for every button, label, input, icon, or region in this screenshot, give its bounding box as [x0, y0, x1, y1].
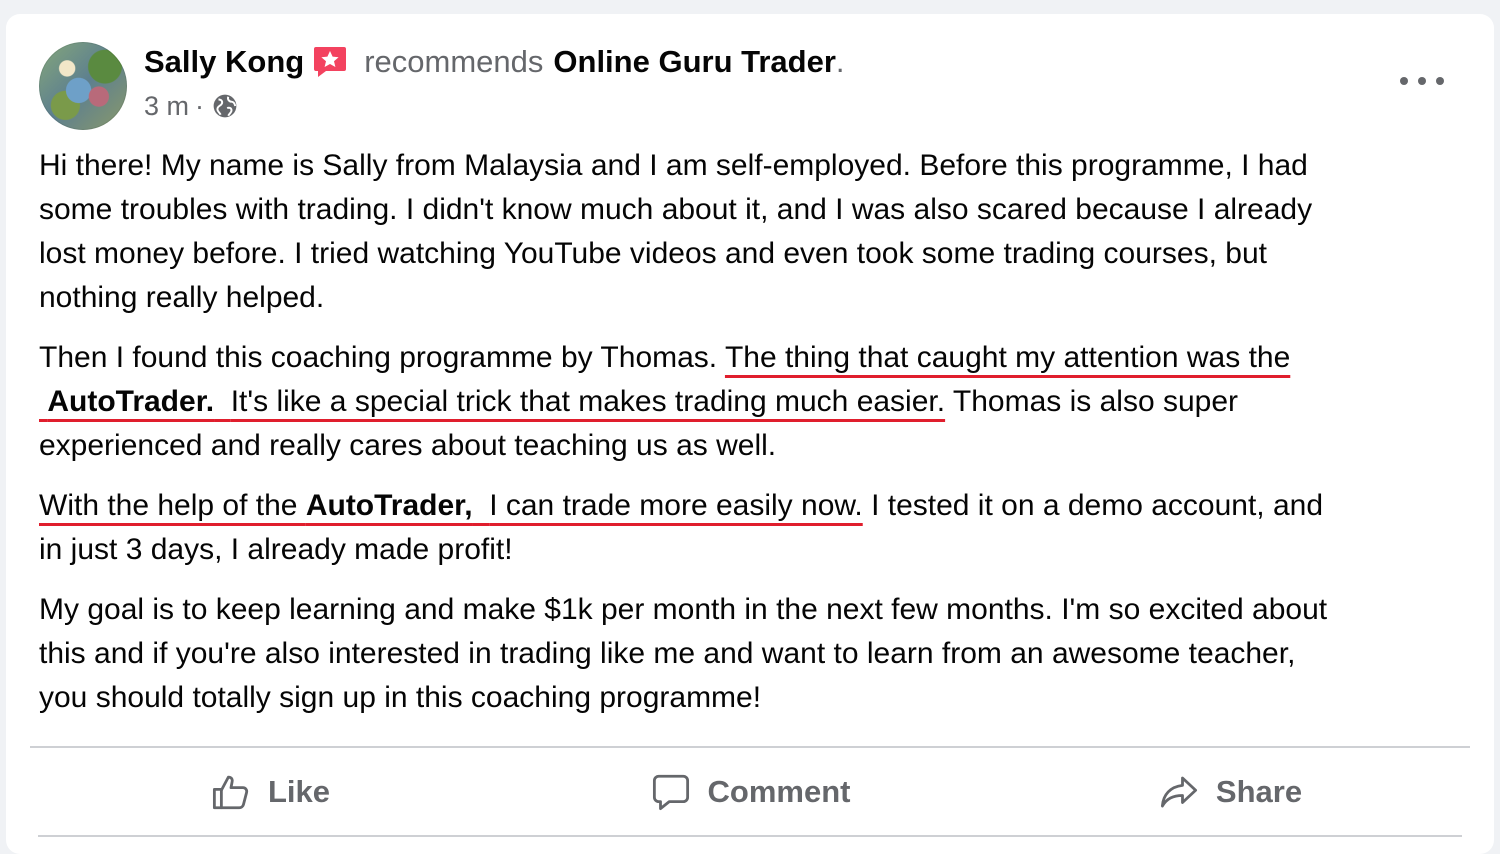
- text-line: this and if you're also interested in tr…: [39, 637, 1296, 670]
- highlighted-text: AutoTrader. It's like a special trick th…: [39, 385, 945, 418]
- text-line: lost money before. I tried watching YouT…: [39, 237, 1267, 270]
- paragraph-1: Hi there! My name is Sally from Malaysia…: [39, 144, 1479, 320]
- more-options-icon[interactable]: [1400, 70, 1444, 92]
- highlighted-text: With the help of the AutoTrader, I can t…: [39, 489, 863, 522]
- paragraph-3: With the help of the AutoTrader, I can t…: [39, 484, 1479, 572]
- text-line: experienced and really cares about teach…: [39, 429, 777, 462]
- thumbs-up-icon: [212, 775, 249, 810]
- meta-separator: ·: [195, 90, 205, 121]
- paragraph-2: Then I found this coaching programme by …: [39, 336, 1479, 468]
- text-line: Hi there! My name is Sally from Malaysia…: [39, 149, 1308, 182]
- recommends-text: recommends: [364, 44, 544, 79]
- text-line: AutoTrader. It's like a special trick th…: [39, 380, 1479, 424]
- avatar[interactable]: [39, 42, 127, 130]
- dot: [1400, 77, 1408, 85]
- like-button[interactable]: Like: [30, 771, 510, 813]
- comment-button[interactable]: Comment: [510, 771, 990, 813]
- post-meta: 3 m ·: [144, 88, 238, 124]
- text-line: Then I found this coaching programme by …: [39, 336, 1479, 380]
- share-arrow-icon: [1160, 776, 1197, 808]
- text-line: you should totally sign up in this coach…: [39, 681, 762, 714]
- actions-divider: [30, 746, 1470, 748]
- highlighted-text: The thing that caught my attention was t…: [724, 341, 1291, 374]
- post-header: Sally Kong recommends Online Guru Trader…: [144, 40, 845, 84]
- globe-icon[interactable]: [212, 93, 238, 119]
- text-span: I tested it on a demo account, and: [862, 489, 1324, 522]
- share-label: Share: [1215, 774, 1303, 809]
- like-label: Like: [267, 774, 331, 809]
- text-line: With the help of the AutoTrader, I can t…: [39, 484, 1479, 528]
- author-name[interactable]: Sally Kong: [144, 44, 304, 80]
- post-timestamp[interactable]: 3 m: [144, 91, 189, 122]
- recommend-badge-icon: [314, 47, 347, 77]
- dot: [1418, 77, 1426, 85]
- page-suffix: .: [835, 44, 845, 79]
- highlighted-text: I can trade more easily now.: [489, 489, 863, 522]
- dot: [1436, 77, 1444, 85]
- text-span: Then I found this coaching programme by …: [39, 341, 725, 374]
- autotrader-tag[interactable]: AutoTrader,: [306, 489, 473, 522]
- page-name-link[interactable]: Online Guru Trader: [553, 44, 836, 80]
- comment-label: Comment: [707, 774, 851, 809]
- post-body: Hi there! My name is Sally from Malaysia…: [39, 144, 1479, 736]
- bottom-divider: [38, 835, 1462, 837]
- text-line: in just 3 days, I already made profit!: [39, 533, 513, 566]
- text-line: My goal is to keep learning and make $1k…: [39, 593, 1328, 626]
- action-bar: Like Comment Share: [30, 752, 1470, 832]
- highlighted-text: With the help of the: [39, 489, 306, 522]
- share-button[interactable]: Share: [990, 771, 1470, 813]
- highlighted-text: It's like a special trick that makes tra…: [230, 385, 946, 418]
- autotrader-tag[interactable]: AutoTrader.: [47, 385, 214, 418]
- comment-bubble-icon: [652, 774, 689, 811]
- paragraph-4: My goal is to keep learning and make $1k…: [39, 588, 1479, 720]
- text-line: nothing really helped.: [39, 281, 325, 314]
- text-span: Thomas is also super: [945, 385, 1239, 418]
- text-line: some troubles with trading. I didn't kno…: [39, 193, 1313, 226]
